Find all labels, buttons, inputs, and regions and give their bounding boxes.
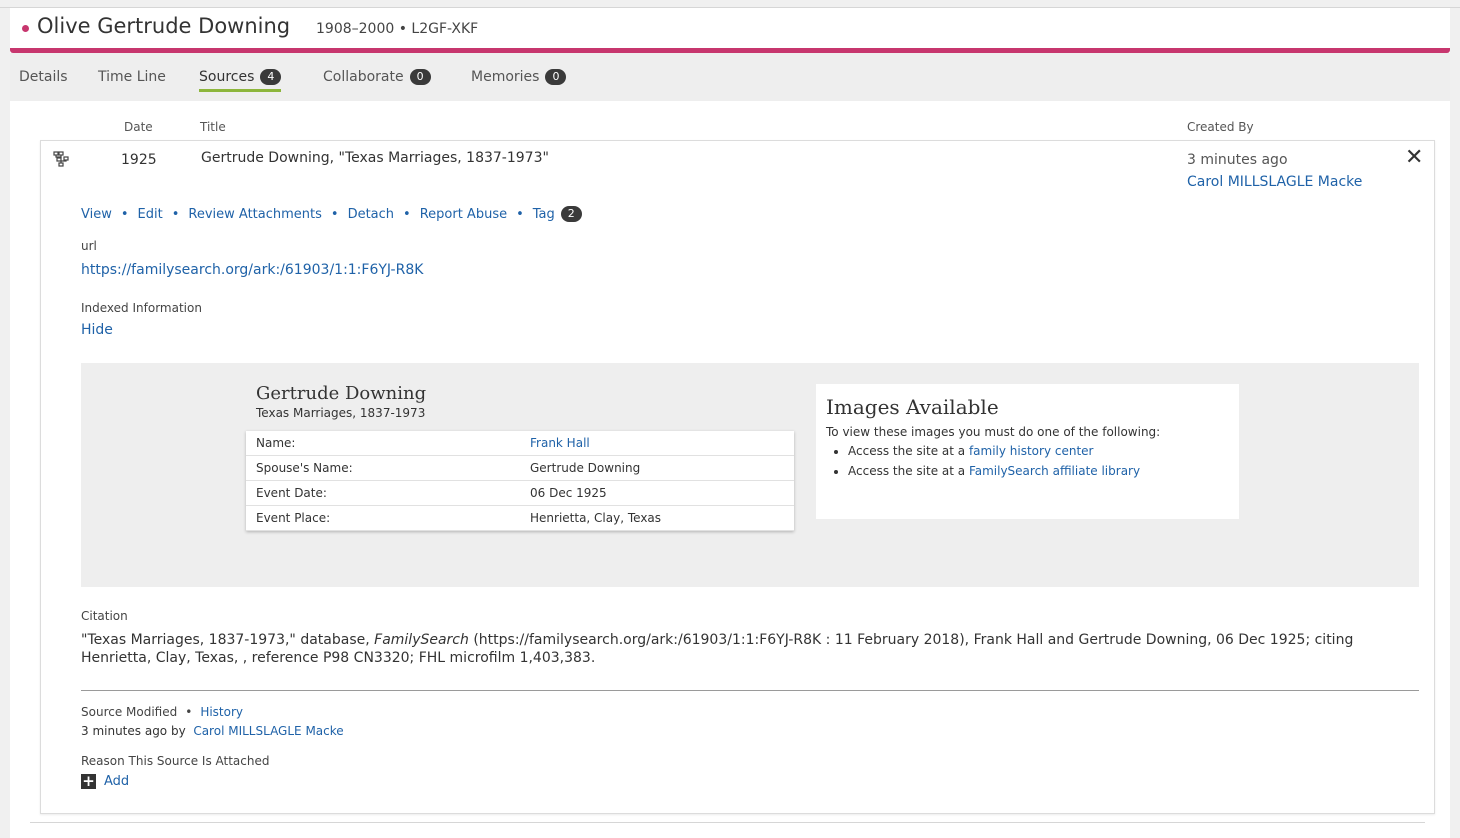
source-actions: View • Edit • Review Attachments • Detach • Repo… (81, 206, 582, 222)
list-item: Access the site at a FamilySearch affili… (848, 464, 1140, 478)
history-link[interactable]: History (200, 705, 243, 719)
person-name[interactable]: Olive Gertrude Downing (37, 14, 290, 38)
created-time: 3 minutes ago (1187, 152, 1288, 168)
images-description: To view these images you must do one of … (826, 425, 1161, 439)
person-header: Olive Gertrude Downing 1908–2000 • L2GF-… (10, 8, 1450, 48)
record-field-label: Event Place: (246, 505, 520, 531)
source-title[interactable]: Gertrude Downing, "Texas Marriages, 1837… (201, 150, 549, 166)
indexed-info-label: Indexed Information (81, 301, 202, 315)
images-options-list: Access the site at a family history cent… (826, 444, 1140, 484)
record-collection: Texas Marriages, 1837-1973 (256, 406, 426, 420)
source-url-link[interactable]: https://familysearch.org/ark:/61903/1:1:… (81, 262, 423, 278)
table-row: Event Date: 06 Dec 1925 (246, 480, 794, 506)
reason-label: Reason This Source Is Attached (81, 754, 270, 768)
modified-by-link[interactable]: Carol MILLSLAGLE Macke (193, 724, 343, 738)
report-abuse-link[interactable]: Report Abuse (420, 207, 507, 222)
created-by-link[interactable]: Carol MILLSLAGLE Macke (1187, 174, 1362, 190)
tab-label: Sources (199, 69, 255, 85)
column-header-title: Title (200, 120, 226, 134)
close-icon[interactable]: ✕ (1405, 147, 1423, 169)
review-attachments-link[interactable]: Review Attachments (188, 207, 322, 222)
citation-text: "Texas Marriages, 1837-1973," database, … (81, 631, 1411, 667)
list-item: Access the site at a family history cent… (848, 444, 1140, 458)
add-reason-link[interactable]: Add (104, 774, 129, 789)
images-title: Images Available (826, 395, 999, 419)
record-field-value: Henrietta, Clay, Texas (520, 505, 794, 531)
record-name: Gertrude Downing (256, 383, 427, 404)
option-text: Access the site at a (848, 444, 969, 458)
modified-by-line: 3 minutes ago by Carol MILLSLAGLE Macke (81, 724, 344, 738)
count-badge: 0 (409, 69, 431, 85)
tab-label: Time Line (98, 69, 166, 85)
tab-label: Collaborate (323, 69, 404, 85)
separator-dot: • (516, 207, 524, 222)
citation-italic: FamilySearch (374, 632, 469, 648)
tab-bar: Details Time Line Sources 4 Collaborate 0 … (10, 53, 1450, 101)
record-field-value: 06 Dec 1925 (520, 480, 794, 506)
edit-link[interactable]: Edit (138, 207, 163, 222)
next-card-border (30, 822, 1425, 823)
table-row: Event Place: Henrietta, Clay, Texas (246, 505, 794, 531)
tab-collaborate[interactable]: Collaborate 0 (323, 69, 431, 85)
record-field-label: Spouse's Name: (246, 455, 520, 481)
separator-dot: • (120, 207, 129, 222)
view-link[interactable]: View (81, 207, 112, 222)
plus-icon: + (81, 772, 96, 790)
indexed-info-panel: Gertrude Downing Texas Marriages, 1837-1… (81, 363, 1419, 587)
citation-part: "Texas Marriages, 1837-1973," database, (81, 632, 375, 648)
column-header-date: Date (124, 120, 153, 134)
affiliate-library-link[interactable]: FamilySearch affiliate library (969, 464, 1140, 478)
table-row: Name: Frank Hall (246, 431, 794, 456)
modified-time: 3 minutes ago by (81, 724, 186, 738)
tab-label: Memories (471, 69, 540, 85)
source-card: 1925 Gertrude Downing, "Texas Marriages,… (40, 140, 1435, 814)
tab-memories[interactable]: Memories 0 (471, 69, 567, 85)
citation-label: Citation (81, 609, 128, 623)
source-modified-line: Source Modified • History (81, 705, 243, 719)
separator-dot: • (171, 207, 180, 222)
tab-sources[interactable]: Sources 4 (199, 69, 282, 92)
record-field-label: Event Date: (246, 480, 520, 506)
separator-dot: • (330, 207, 339, 222)
option-text: Access the site at a (848, 464, 969, 478)
record-field-value[interactable]: Frank Hall (520, 431, 794, 456)
detach-link[interactable]: Detach (348, 207, 394, 222)
tag-link[interactable]: Tag (533, 207, 555, 222)
name-value-link[interactable]: Frank Hall (530, 436, 590, 450)
record-field-value: Gertrude Downing (520, 455, 794, 481)
person-page: Olive Gertrude Downing 1908–2000 • L2GF-… (10, 8, 1450, 838)
family-history-center-link[interactable]: family history center (969, 444, 1094, 458)
source-date: 1925 (121, 152, 157, 168)
hide-indexed-link[interactable]: Hide (81, 322, 113, 338)
tab-details[interactable]: Details (19, 69, 68, 85)
record-table: Name: Frank Hall Spouse's Name: Gertrude… (246, 431, 794, 531)
images-available-box: Images Available To view these images yo… (816, 384, 1239, 519)
url-label: url (81, 239, 97, 253)
family-tree-icon (53, 151, 69, 167)
tab-label: Details (19, 69, 68, 85)
separator-dot: • (403, 207, 411, 222)
count-badge: 4 (260, 69, 282, 85)
person-lifespan-id: 1908–2000 • L2GF-XKF (316, 21, 479, 37)
table-row: Spouse's Name: Gertrude Downing (246, 455, 794, 481)
count-badge: 0 (545, 69, 567, 85)
status-dot (22, 25, 29, 32)
column-header-created-by: Created By (1187, 120, 1254, 134)
divider (81, 690, 1419, 691)
source-modified-label: Source Modified (81, 705, 178, 719)
tag-count-badge: 2 (560, 206, 582, 222)
add-reason-button[interactable]: + Add (81, 774, 129, 789)
record-field-label: Name: (246, 431, 520, 456)
separator-dot: • (185, 705, 193, 719)
scrollbar[interactable] (1450, 8, 1460, 832)
tab-time-line[interactable]: Time Line (98, 69, 166, 85)
